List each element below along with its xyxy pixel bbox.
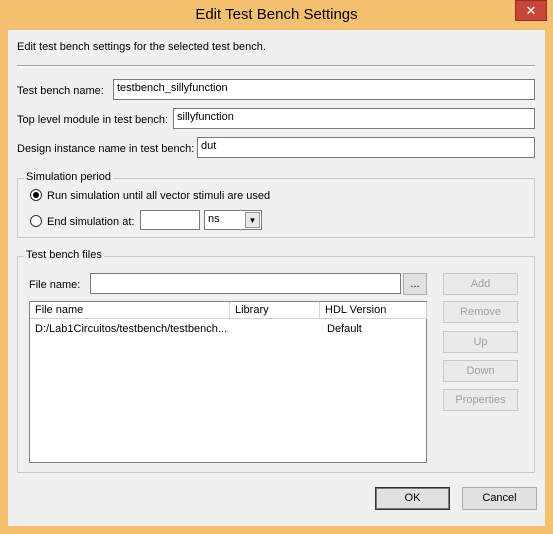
end-time-input[interactable] (140, 210, 200, 230)
time-unit-select[interactable]: ns ▼ (204, 210, 262, 230)
dialog-window: Edit Test Bench Settings ✕ Edit test ben… (0, 0, 553, 534)
close-button[interactable]: ✕ (515, 0, 547, 21)
up-button[interactable]: Up (443, 331, 518, 353)
ok-button[interactable]: OK (375, 487, 450, 510)
design-instance-input[interactable]: dut (197, 137, 535, 158)
column-hdl-version[interactable]: HDL Version (320, 302, 427, 319)
test-bench-name-input[interactable]: testbench_sillyfunction (113, 79, 535, 100)
simulation-period-title: Simulation period (24, 171, 113, 183)
browse-button[interactable]: ... (403, 273, 427, 295)
close-icon: ✕ (525, 3, 537, 18)
table-row[interactable]: D:/Lab1Circuitos/testbench/testbench... … (30, 321, 426, 337)
column-file-name[interactable]: File name (30, 302, 230, 319)
row-hdl-version: Default (327, 323, 362, 335)
row-file-name: D:/Lab1Circuitos/testbench/testbench... (35, 323, 227, 335)
title-bar[interactable]: Edit Test Bench Settings ✕ (0, 0, 553, 30)
end-at-radio[interactable] (30, 215, 42, 227)
chevron-down-icon[interactable]: ▼ (245, 212, 260, 228)
file-name-input[interactable] (90, 273, 401, 294)
cancel-button[interactable]: Cancel (462, 487, 537, 510)
test-bench-name-label: Test bench name: (17, 85, 104, 97)
files-list[interactable]: File name Library HDL Version D:/Lab1Cir… (29, 301, 427, 463)
simulation-period-group (17, 178, 535, 238)
top-level-module-label: Top level module in test bench: (17, 114, 169, 126)
end-at-label[interactable]: End simulation at: (47, 216, 134, 228)
test-bench-files-title: Test bench files (24, 249, 104, 261)
remove-button[interactable]: Remove (443, 301, 518, 323)
dialog-title: Edit Test Bench Settings (195, 6, 358, 23)
design-instance-label: Design instance name in test bench: (17, 143, 195, 155)
column-library[interactable]: Library (230, 302, 320, 319)
file-name-label: File name: (29, 279, 81, 291)
time-unit-value: ns (208, 213, 220, 225)
dialog-client-area: Edit test bench settings for the selecte… (8, 30, 545, 526)
run-all-label[interactable]: Run simulation until all vector stimuli … (47, 190, 270, 202)
files-list-header: File name Library HDL Version (30, 302, 427, 319)
properties-button[interactable]: Properties (443, 389, 518, 411)
run-all-radio[interactable] (30, 189, 42, 201)
dialog-description: Edit test bench settings for the selecte… (17, 41, 266, 53)
down-button[interactable]: Down (443, 360, 518, 382)
add-button[interactable]: Add (443, 273, 518, 295)
divider (17, 65, 535, 67)
top-level-module-input[interactable]: sillyfunction (173, 108, 535, 129)
